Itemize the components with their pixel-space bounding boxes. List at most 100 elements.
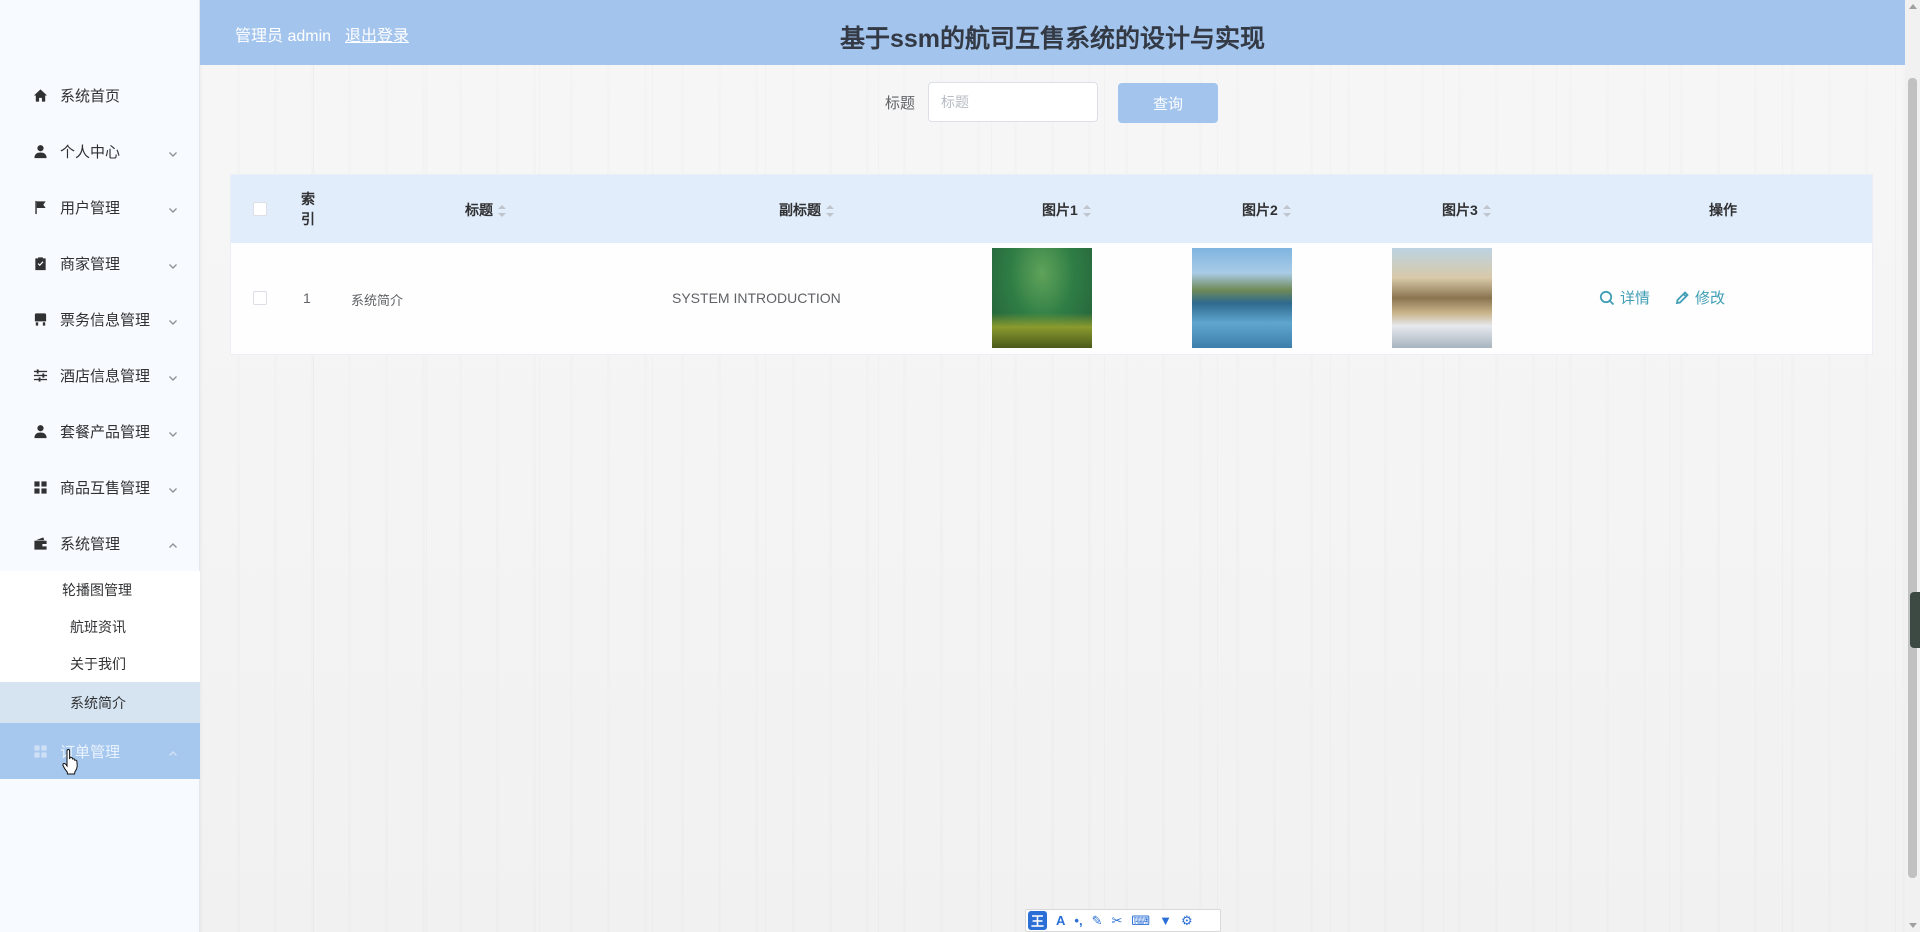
sidebar: 系统首页 个人中心 用户管理 商家管理 票务信息管理 酒店信息管理 套餐产品管理… xyxy=(0,0,200,932)
ime-letter[interactable]: A xyxy=(1056,913,1065,928)
table-header: 索引 标题 副标题 图片1 图片2 图片3 操作 xyxy=(231,175,1872,243)
user-icon xyxy=(32,143,48,159)
sidebar-item-label: 套餐产品管理 xyxy=(60,423,151,441)
side-widget-tab[interactable] xyxy=(1910,592,1920,648)
sort-icon[interactable] xyxy=(498,205,506,218)
chevron-up-icon xyxy=(168,538,178,548)
sort-icon[interactable] xyxy=(1282,205,1291,218)
column-header-pic2-label: 图片2 xyxy=(1242,202,1278,218)
column-header-pic3[interactable]: 图片3 xyxy=(1442,200,1491,220)
coast-waves-image xyxy=(1392,248,1492,348)
scrollbar-thumb[interactable] xyxy=(1908,78,1917,878)
top-header: 管理员 admin 退出登录 基于ssm的航司互售系统的设计与实现 xyxy=(200,0,1905,65)
search-label: 标题 xyxy=(885,95,916,112)
chevron-down-icon xyxy=(168,482,178,493)
sidebar-item-goods-management[interactable]: 商品互售管理 xyxy=(0,459,200,515)
page-title: 基于ssm的航司互售系统的设计与实现 xyxy=(839,25,1266,53)
column-header-index[interactable]: 索引 xyxy=(301,189,323,229)
sidebar-item-hotel-management[interactable]: 酒店信息管理 xyxy=(0,347,200,403)
ticket-icon xyxy=(32,311,48,327)
sidebar-item-label: 用户管理 xyxy=(60,199,121,217)
green-nature-image xyxy=(992,248,1092,348)
column-header-subtitle-label: 副标题 xyxy=(779,202,821,218)
table-row: 1 系统简介 SYSTEM INTRODUCTION 详情 修改 xyxy=(231,243,1872,354)
ime-keyboard-icon[interactable]: ⌨ xyxy=(1131,913,1150,929)
grid-icon xyxy=(32,743,48,759)
row-title: 系统简介 xyxy=(351,293,404,308)
mountain-lake-image xyxy=(1192,248,1292,348)
chevron-down-icon xyxy=(168,258,178,269)
sidebar-item-label: 票务信息管理 xyxy=(60,311,151,329)
scroll-up-arrow-icon[interactable] xyxy=(1909,4,1917,9)
submenu-item-carousel[interactable]: 轮播图管理 xyxy=(0,571,200,608)
grid-icon xyxy=(32,479,48,495)
sidebar-item-label: 系统管理 xyxy=(60,535,121,553)
submenu-item-label: 轮播图管理 xyxy=(62,581,132,598)
sort-icon[interactable] xyxy=(1082,205,1091,218)
ime-punctuation-icon[interactable]: •, xyxy=(1074,913,1082,928)
column-header-actions: 操作 xyxy=(1709,202,1737,218)
edit-icon xyxy=(1675,290,1689,304)
search-button[interactable]: 查询 xyxy=(1118,83,1218,123)
ime-skin-icon[interactable]: ▼ xyxy=(1159,913,1172,928)
submenu-item-about-us[interactable]: 关于我们 xyxy=(0,645,200,682)
vertical-scrollbar[interactable] xyxy=(1905,0,1920,932)
sidebar-item-label: 酒店信息管理 xyxy=(60,367,151,385)
detail-button[interactable]: 详情 xyxy=(1599,287,1650,308)
sidebar-menu: 系统首页 个人中心 用户管理 商家管理 票务信息管理 酒店信息管理 套餐产品管理… xyxy=(0,67,200,779)
flag-icon xyxy=(32,199,48,215)
sidebar-item-label: 个人中心 xyxy=(60,143,121,161)
submenu-item-label: 关于我们 xyxy=(70,655,126,672)
sliders-icon xyxy=(32,367,48,383)
ime-pen-icon[interactable]: ✎ xyxy=(1092,913,1103,929)
row-subtitle: SYSTEM INTRODUCTION xyxy=(672,290,841,306)
sort-icon[interactable] xyxy=(826,205,834,218)
wallet-icon xyxy=(32,535,48,551)
column-header-title[interactable]: 标题 xyxy=(465,200,506,220)
hand-cursor-icon xyxy=(62,749,78,775)
column-header-pic1[interactable]: 图片1 xyxy=(1042,200,1091,220)
sort-icon[interactable] xyxy=(1482,205,1491,218)
submenu-item-label: 系统简介 xyxy=(70,694,126,711)
column-header-pic2[interactable]: 图片2 xyxy=(1242,200,1291,220)
person-icon xyxy=(32,423,48,439)
scroll-down-arrow-icon[interactable] xyxy=(1909,923,1917,928)
edit-button[interactable]: 修改 xyxy=(1674,287,1725,308)
chevron-down-icon xyxy=(168,146,178,157)
chevron-down-icon xyxy=(168,746,178,756)
ime-scissors-icon[interactable]: ✂ xyxy=(1111,913,1122,929)
sidebar-item-merchant-management[interactable]: 商家管理 xyxy=(0,235,200,291)
chevron-down-icon xyxy=(168,426,178,437)
sidebar-item-label: 商家管理 xyxy=(60,255,121,273)
home-icon xyxy=(32,87,48,103)
ime-settings-icon[interactable]: ⚙ xyxy=(1181,913,1193,929)
page-background xyxy=(200,0,1920,932)
search-icon xyxy=(1599,290,1615,305)
row-index: 1 xyxy=(303,290,311,306)
sidebar-item-user-management[interactable]: 用户管理 xyxy=(0,179,200,235)
select-all-checkbox[interactable] xyxy=(253,202,267,219)
clipboard-check-icon xyxy=(32,255,48,271)
column-header-pic1-label: 图片1 xyxy=(1042,202,1078,218)
sidebar-item-order-management[interactable]: 订单管理 xyxy=(0,723,200,779)
sidebar-item-home[interactable]: 系统首页 xyxy=(0,67,200,123)
row-checkbox[interactable] xyxy=(253,291,267,308)
column-header-title-label: 标题 xyxy=(465,202,493,218)
sidebar-item-personal-center[interactable]: 个人中心 xyxy=(0,123,200,179)
sidebar-item-system-management[interactable]: 系统管理 xyxy=(0,515,200,571)
chevron-down-icon xyxy=(168,370,178,381)
sidebar-item-label: 商品互售管理 xyxy=(60,479,151,497)
chevron-down-icon xyxy=(168,314,178,325)
sidebar-item-ticket-management[interactable]: 票务信息管理 xyxy=(0,291,200,347)
edit-button-label: 修改 xyxy=(1695,290,1726,307)
sidebar-item-label: 系统首页 xyxy=(60,87,121,105)
ime-badge[interactable]: 王 xyxy=(1028,911,1048,930)
submenu-item-label: 航班资讯 xyxy=(70,618,126,635)
column-header-subtitle[interactable]: 副标题 xyxy=(779,200,834,220)
submenu-item-system-intro[interactable]: 系统简介 xyxy=(0,682,200,723)
data-table: 索引 标题 副标题 图片1 图片2 图片3 操作 1 系统简介 SYSTEM I… xyxy=(230,174,1873,355)
chevron-down-icon xyxy=(168,202,178,213)
search-input[interactable] xyxy=(928,82,1098,122)
sidebar-item-package-management[interactable]: 套餐产品管理 xyxy=(0,403,200,459)
submenu-item-flight-news[interactable]: 航班资讯 xyxy=(0,608,200,645)
